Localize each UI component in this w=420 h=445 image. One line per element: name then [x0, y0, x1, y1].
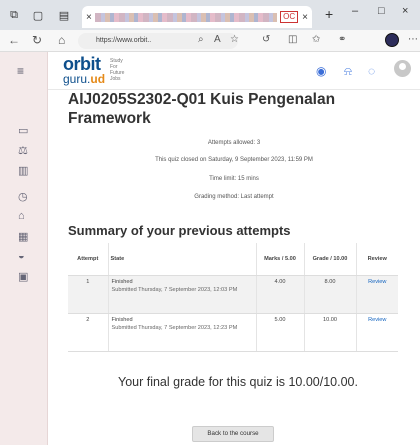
clock-icon[interactable]: ◷ — [18, 190, 28, 203]
attempt-number: 2 — [68, 313, 109, 352]
globe-icon[interactable]: ◉ — [316, 64, 326, 78]
attempt-state: Finished Submitted Thursday, 7 September… — [108, 275, 257, 314]
address-toolbar: ← ↻ ⌂ 🔒 https://www.orbit.. ⌕ A ☆ ↺ ◫ ✩ … — [0, 30, 420, 52]
left-navigation-rail: ≡ ▭ ⚖ ▥ ◷ ⌂ ▦ ◒ ▣ — [0, 52, 48, 445]
collections-icon[interactable]: ⚭ — [338, 34, 346, 45]
new-tab-button[interactable]: + — [325, 6, 333, 22]
review-link[interactable]: Review — [368, 317, 386, 323]
tab-actions-icon[interactable]: ▢ — [28, 5, 48, 25]
tab-title-blurred — [94, 12, 278, 22]
tab-mute-icon[interactable]: × — [86, 12, 92, 23]
minimize-button[interactable]: – — [352, 5, 358, 17]
favorites-bar-icon[interactable]: ✩ — [312, 34, 320, 45]
grading-method: Grading method: Last attempt — [194, 194, 274, 200]
final-grade-text: Your final grade for this quiz is 10.00/… — [118, 375, 358, 389]
more-icon[interactable]: ⋯ — [408, 34, 418, 45]
tab-badge: OC — [280, 11, 299, 23]
reload-icon[interactable]: ↻ — [32, 33, 42, 47]
vertical-tabs-icon[interactable]: ▤ — [54, 5, 74, 25]
attempt-marks: 5.00 — [256, 313, 305, 352]
read-aloud-icon[interactable]: A — [214, 34, 221, 45]
browser-titlebar: ⧉ ▢ ▤ × OC × + – □ × — [0, 0, 420, 30]
chat-icon[interactable]: ◌ — [368, 64, 375, 78]
folder-icon[interactable]: ▭ — [18, 124, 28, 137]
summary-heading: Summary of your previous attempts — [68, 223, 291, 238]
time-limit: Time limit: 15 mins — [209, 176, 259, 182]
attempt-grade: 10.00 — [304, 313, 357, 352]
book-icon[interactable]: ▥ — [18, 164, 28, 177]
site-header: orbit guru.ud Study For Future Jobs ◉ ⍾ … — [48, 52, 420, 90]
col-attempt: Attempt — [68, 243, 109, 276]
profile-avatar[interactable] — [385, 33, 399, 47]
table-row: 2 Finished Submitted Thursday, 7 Septemb… — [68, 313, 398, 352]
back-icon[interactable]: ← — [8, 33, 20, 47]
badge-icon[interactable]: ▣ — [18, 270, 28, 283]
review-link[interactable]: Review — [368, 279, 386, 285]
browser-tab[interactable]: × OC × — [82, 6, 312, 28]
col-state: State — [108, 243, 257, 276]
back-to-course-button[interactable]: Back to the course — [192, 426, 274, 442]
attempt-grade: 8.00 — [304, 275, 357, 314]
zoom-icon[interactable]: ⌕ — [198, 34, 204, 45]
logo-ud-text: ud — [90, 72, 106, 86]
attempts-allowed: Attempts allowed: 3 — [207, 140, 261, 146]
logo-guru-text: guru. — [63, 72, 91, 86]
close-window-button[interactable]: × — [402, 5, 408, 17]
favorite-icon[interactable]: ☆ — [230, 34, 239, 45]
home-icon[interactable]: ⌂ — [58, 33, 65, 47]
attempts-table: Attempt State Marks / 5.00 Grade / 10.00… — [68, 243, 398, 352]
workspaces-icon[interactable]: ⧉ — [4, 5, 24, 25]
quiz-closed-date: This quiz closed on Saturday, 9 Septembe… — [155, 157, 313, 163]
home-rail-icon[interactable]: ⌂ — [18, 210, 25, 222]
menu-icon[interactable]: ≡ — [17, 64, 24, 78]
col-marks: Marks / 5.00 — [256, 243, 305, 276]
split-screen-icon[interactable]: ◫ — [288, 34, 297, 45]
user-avatar[interactable] — [394, 60, 411, 77]
graduation-icon[interactable]: ◒ — [18, 250, 25, 262]
submitted-date: Submitted Thursday, 7 September 2023, 12… — [111, 324, 238, 331]
state-label: Finished — [111, 316, 133, 323]
tab-close-button[interactable]: × — [302, 12, 308, 23]
logo-tagline: Study For Future Jobs — [110, 58, 125, 82]
attempt-marks: 4.00 — [256, 275, 305, 314]
submitted-date: Submitted Thursday, 7 September 2023, 12… — [111, 286, 238, 293]
col-grade: Grade / 10.00 — [304, 243, 357, 276]
attempt-number: 1 — [68, 275, 109, 314]
page-title: AIJ0205S2302-Q01 Kuis Pengenalan Framewo… — [68, 91, 336, 127]
logo-guru[interactable]: guru.ud — [63, 72, 105, 86]
grades-icon[interactable]: ⚖ — [18, 144, 28, 157]
table-row: 1 Finished Submitted Thursday, 7 Septemb… — [68, 275, 398, 314]
maximize-button[interactable]: □ — [378, 5, 385, 17]
bell-icon[interactable]: ⍾ — [344, 64, 352, 79]
table-header-row: Attempt State Marks / 5.00 Grade / 10.00… — [68, 243, 398, 276]
col-review: Review — [356, 243, 398, 276]
attempt-state: Finished Submitted Thursday, 7 September… — [108, 313, 257, 352]
main-content: AIJ0205S2302-Q01 Kuis Pengenalan Framewo… — [48, 90, 420, 445]
refresh-page-icon[interactable]: ↺ — [262, 34, 270, 45]
state-label: Finished — [111, 278, 133, 285]
calendar-icon[interactable]: ▦ — [18, 230, 28, 243]
